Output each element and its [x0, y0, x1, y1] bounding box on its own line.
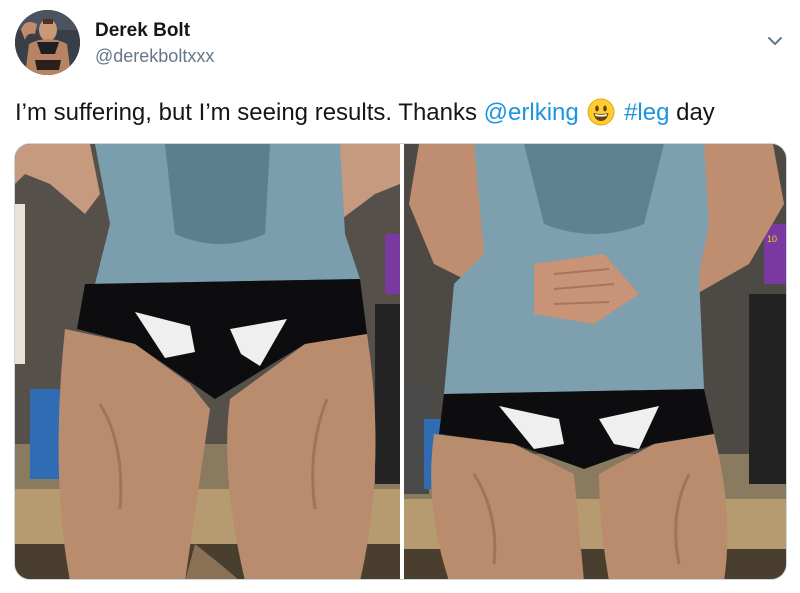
photo-legs-flex[interactable]: 10	[404, 144, 786, 579]
tweet-text: I’m suffering, but I’m seeing results. T…	[15, 98, 785, 128]
author-display-name[interactable]: Derek Bolt	[95, 20, 214, 42]
tweet-text-end: day	[669, 99, 715, 126]
chevron-down-icon[interactable]	[764, 30, 786, 52]
tweet-text-start: I’m suffering, but I’m seeing results. T…	[15, 99, 484, 126]
author-handle[interactable]: @derekboltxxx	[95, 45, 214, 67]
author-info: Derek Bolt @derekboltxxx	[95, 20, 214, 67]
avatar[interactable]	[15, 10, 80, 75]
photo-legs-front[interactable]	[15, 144, 400, 579]
media-grid: 10	[14, 143, 787, 580]
avatar-image	[15, 10, 80, 75]
hashtag-link[interactable]: #leg	[624, 99, 669, 126]
mention-link[interactable]: @erlking	[484, 99, 579, 126]
tweet-card: Derek Bolt @derekboltxxx I’m suffering, …	[0, 0, 800, 593]
gym-sign-number: 10	[767, 234, 777, 244]
grinning-face-emoji	[587, 98, 615, 126]
